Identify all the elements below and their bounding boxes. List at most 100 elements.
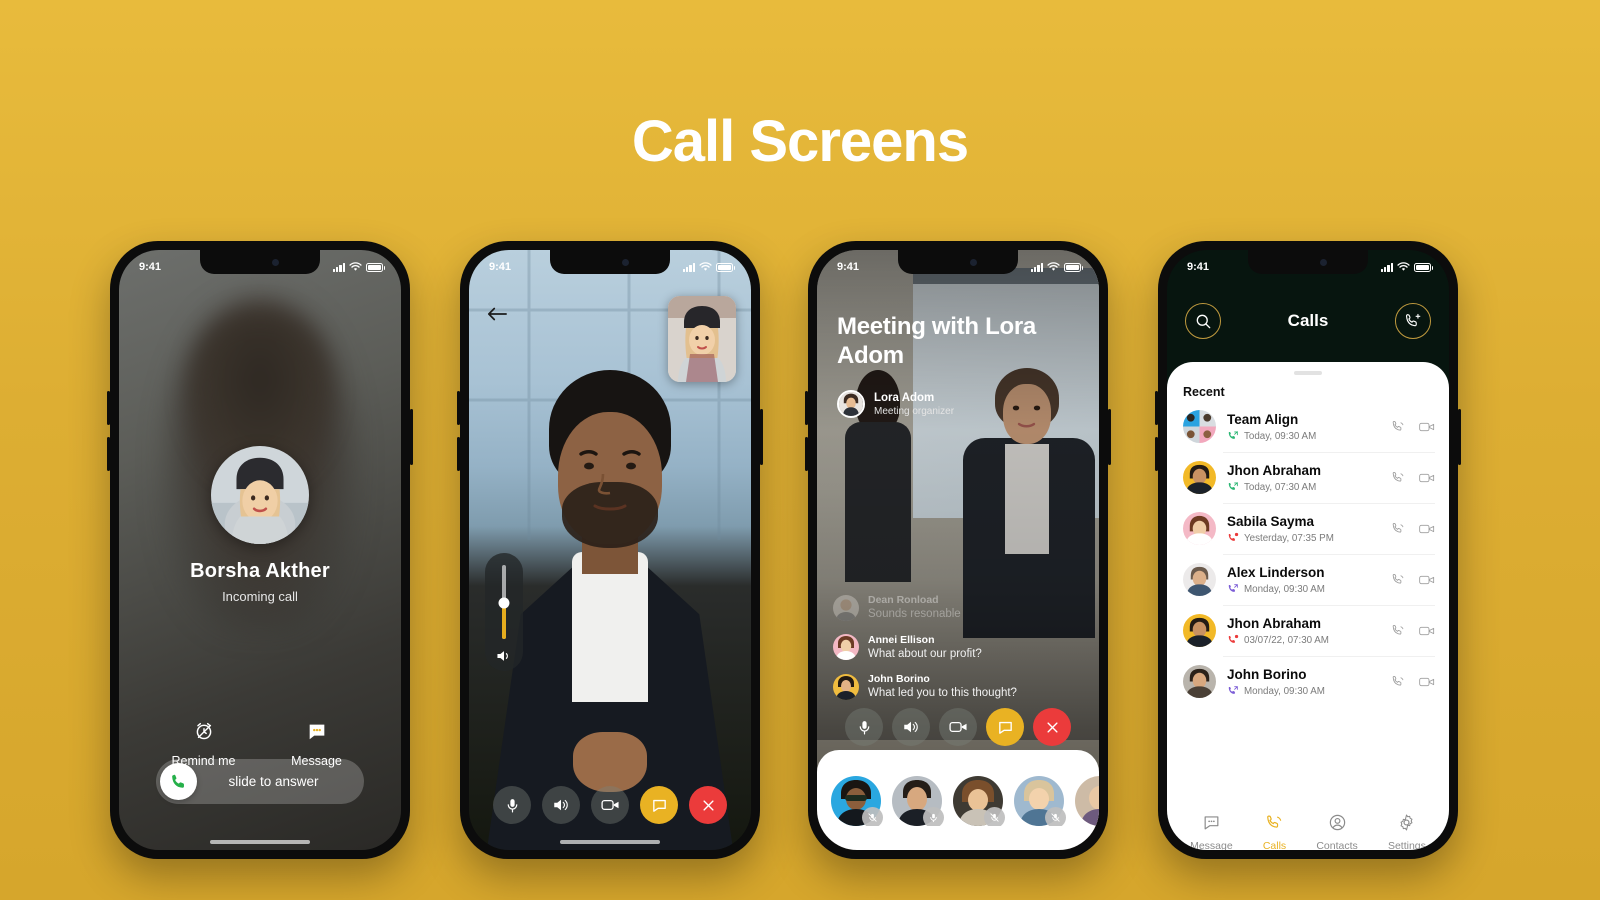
device-notch (550, 250, 670, 274)
front-camera-icon (621, 258, 629, 266)
volume-track[interactable] (498, 565, 510, 639)
tab-message[interactable]: Message (1190, 813, 1233, 850)
video-camera-icon[interactable] (1419, 523, 1435, 535)
status-time: 9:41 (837, 261, 860, 273)
tab-settings[interactable]: Settings (1388, 813, 1426, 850)
chat-bubble-icon (998, 721, 1012, 734)
video-button[interactable] (591, 786, 629, 824)
chat-button[interactable] (986, 708, 1024, 746)
organizer-avatar (837, 390, 865, 418)
row-actions (1391, 674, 1435, 689)
chat-avatar (833, 634, 859, 661)
tab-calls[interactable]: Calls (1263, 813, 1286, 850)
caller-name: Borsha Akther (190, 560, 330, 582)
add-call-button[interactable] (1394, 303, 1431, 339)
chat-avatar (833, 594, 859, 621)
organizer-name: Lora Adom (874, 391, 935, 404)
speaker-button[interactable] (542, 786, 580, 824)
bottom-navigation: Message Calls Contacts Settings (1167, 813, 1449, 850)
front-camera-icon (1319, 258, 1327, 266)
incoming-call-icon (1228, 431, 1238, 440)
avatar (1183, 665, 1216, 698)
phone-icon[interactable] (1391, 521, 1406, 536)
avatar (1183, 512, 1216, 545)
table-row[interactable]: Sabila Sayma Yesterday, 07:35 PM (1167, 503, 1449, 554)
table-row[interactable]: Team Align Today, 09:30 AM (1167, 401, 1449, 452)
video-camera-icon[interactable] (1419, 676, 1435, 688)
screen-video-call: 9:41 (469, 250, 751, 850)
answer-knob[interactable] (160, 763, 197, 800)
phone-icon[interactable] (1391, 674, 1406, 689)
video-camera-icon[interactable] (1419, 574, 1435, 586)
contact-name: Jhon Abraham (1227, 462, 1322, 478)
participant-avatar[interactable] (953, 776, 1005, 826)
section-label: Recent (1183, 385, 1225, 399)
row-actions (1391, 521, 1435, 536)
video-camera-icon[interactable] (1419, 421, 1435, 433)
contact-name: Team Align (1227, 411, 1299, 427)
meeting-chat-overlay: Dean Ronload Sounds resonable Annei Elli… (833, 593, 1063, 712)
tab-label: Contacts (1316, 840, 1358, 850)
phone-icon[interactable] (1391, 419, 1406, 434)
phone-icon[interactable] (1391, 623, 1406, 638)
back-button[interactable] (487, 306, 507, 327)
meeting-organizer: Lora Adom Meeting organizer (837, 390, 954, 418)
participants-row[interactable] (817, 776, 1099, 826)
mic-status-icon (984, 807, 1005, 826)
signal-bars-icon (1030, 262, 1043, 272)
home-indicator (210, 840, 310, 844)
wifi-icon (1047, 262, 1060, 271)
contact-name: Alex Linderson (1227, 564, 1325, 580)
participant-avatar[interactable] (1075, 776, 1099, 826)
phone-video-call: 9:41 (457, 241, 763, 859)
participant-avatar[interactable] (831, 776, 883, 826)
wifi-icon (699, 262, 712, 271)
battery-icon (716, 262, 735, 272)
end-call-button[interactable] (689, 786, 727, 824)
call-controls (469, 786, 751, 824)
tab-contacts[interactable]: Contacts (1316, 813, 1358, 850)
chat-message: John Borino What led you to this thought… (833, 672, 1063, 702)
end-call-button[interactable] (1033, 708, 1071, 746)
mic-button[interactable] (845, 708, 883, 746)
volume-slider[interactable] (485, 553, 523, 671)
table-row[interactable]: John Borino Monday, 09:30 AM (1167, 656, 1449, 707)
avatar (1183, 614, 1216, 647)
video-button[interactable] (939, 708, 977, 746)
table-row[interactable]: Jhon Abraham 03/07/22, 07:30 AM (1167, 605, 1449, 656)
search-icon (1196, 314, 1210, 328)
row-actions (1391, 572, 1435, 587)
participant-avatar[interactable] (1014, 776, 1066, 826)
tab-label: Message (1190, 840, 1233, 850)
table-row[interactable]: Alex Linderson Monday, 09:30 AM (1167, 554, 1449, 605)
search-button[interactable] (1185, 303, 1221, 339)
chat-text: What about our profit? (868, 647, 982, 660)
volume-knob[interactable] (498, 597, 510, 609)
organizer-role: Meeting organizer (874, 406, 955, 418)
device-notch (200, 250, 320, 274)
speaker-button[interactable] (892, 708, 930, 746)
slide-to-answer[interactable]: slide to answer (156, 759, 364, 804)
chat-button[interactable] (640, 786, 678, 824)
avatar (1183, 461, 1216, 494)
phone-icon (172, 774, 184, 788)
video-camera-icon[interactable] (1419, 625, 1435, 637)
phone-icon[interactable] (1391, 572, 1406, 587)
video-camera-icon[interactable] (1419, 472, 1435, 484)
front-camera-icon (969, 258, 977, 266)
table-row[interactable]: Jhon Abraham Today, 07:30 AM (1167, 452, 1449, 503)
side-button (1108, 409, 1111, 465)
page-title: Call Screens (631, 109, 969, 174)
tab-label: Settings (1387, 840, 1426, 850)
mic-button[interactable] (493, 786, 531, 824)
row-actions (1391, 470, 1435, 485)
tab-label: Calls (1262, 840, 1287, 850)
phone-icon[interactable] (1391, 470, 1406, 485)
call-time: 03/07/22, 07:30 AM (1244, 634, 1329, 646)
screen-calls-list: 9:41 Calls Recent Team Align Today, 09:3… (1167, 250, 1449, 850)
participant-avatar[interactable] (892, 776, 944, 826)
mic-status-icon (862, 807, 883, 826)
microphone-icon (859, 720, 869, 734)
self-view-thumbnail[interactable] (668, 296, 736, 382)
status-time: 9:41 (139, 261, 162, 273)
